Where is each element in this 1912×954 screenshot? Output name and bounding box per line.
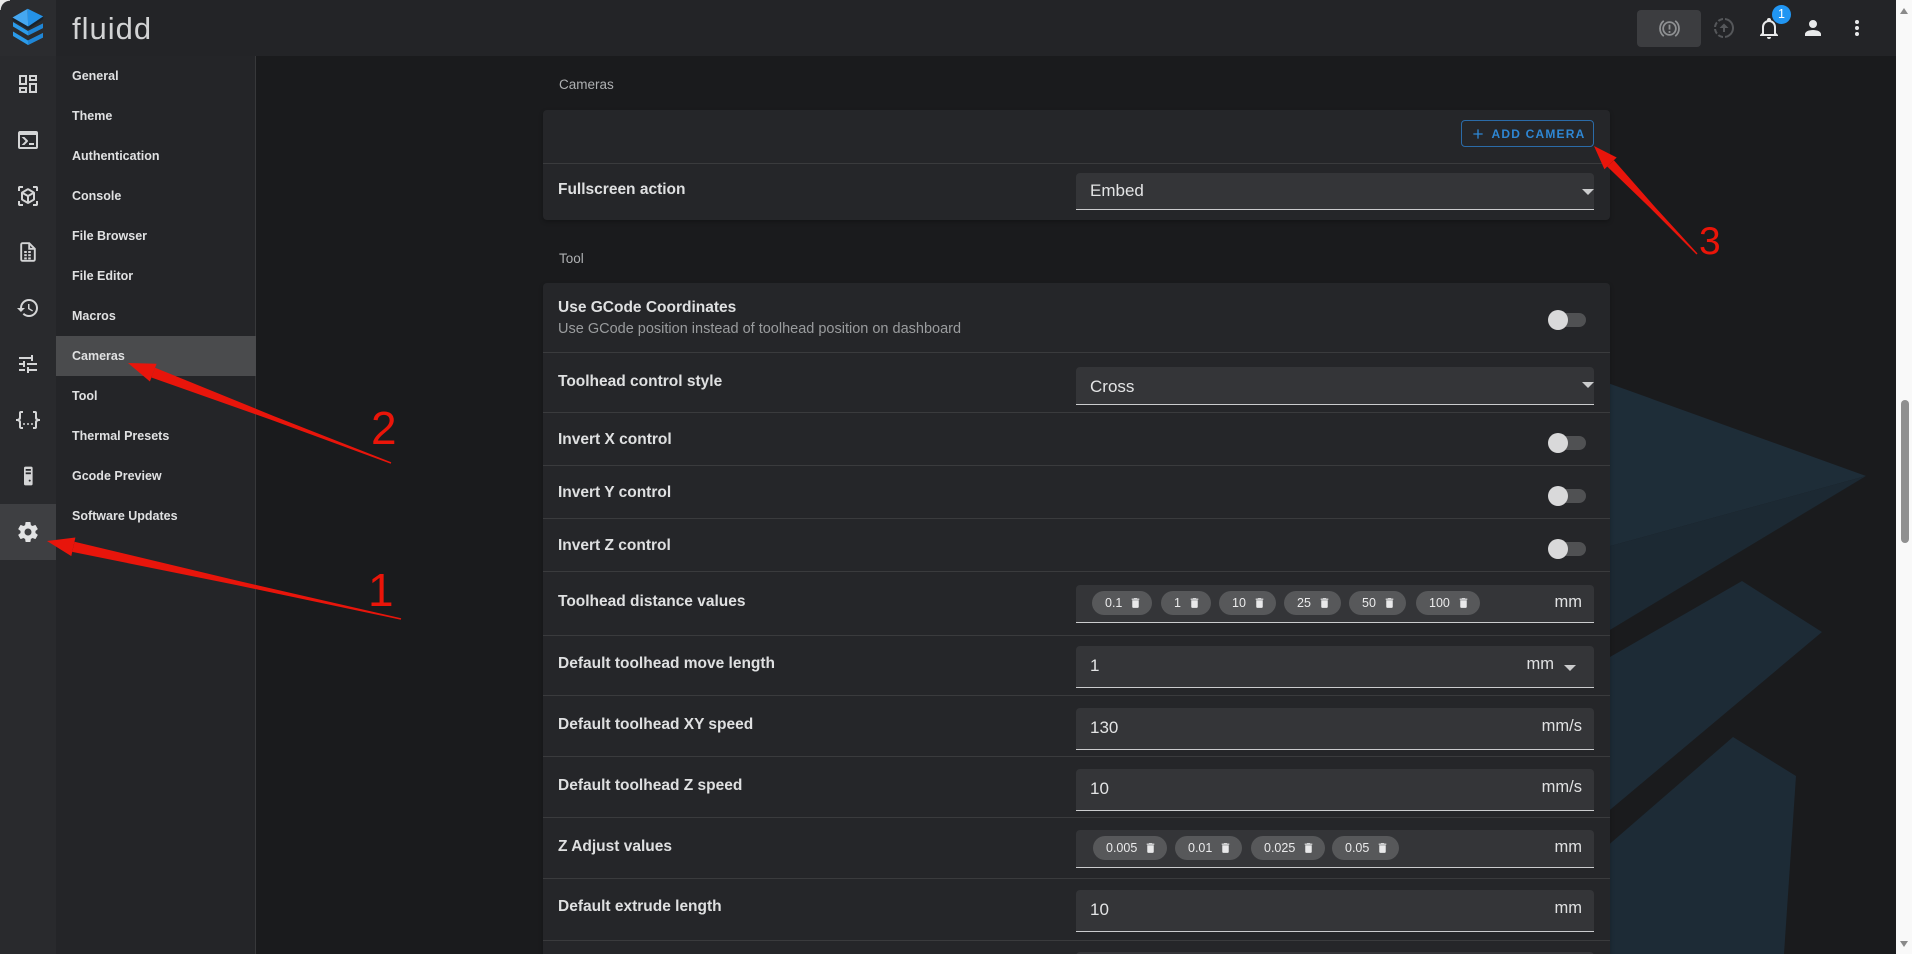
svg-text:2: 2 bbox=[371, 402, 397, 454]
svg-text:1: 1 bbox=[368, 564, 394, 616]
svg-text:3: 3 bbox=[1699, 220, 1721, 263]
